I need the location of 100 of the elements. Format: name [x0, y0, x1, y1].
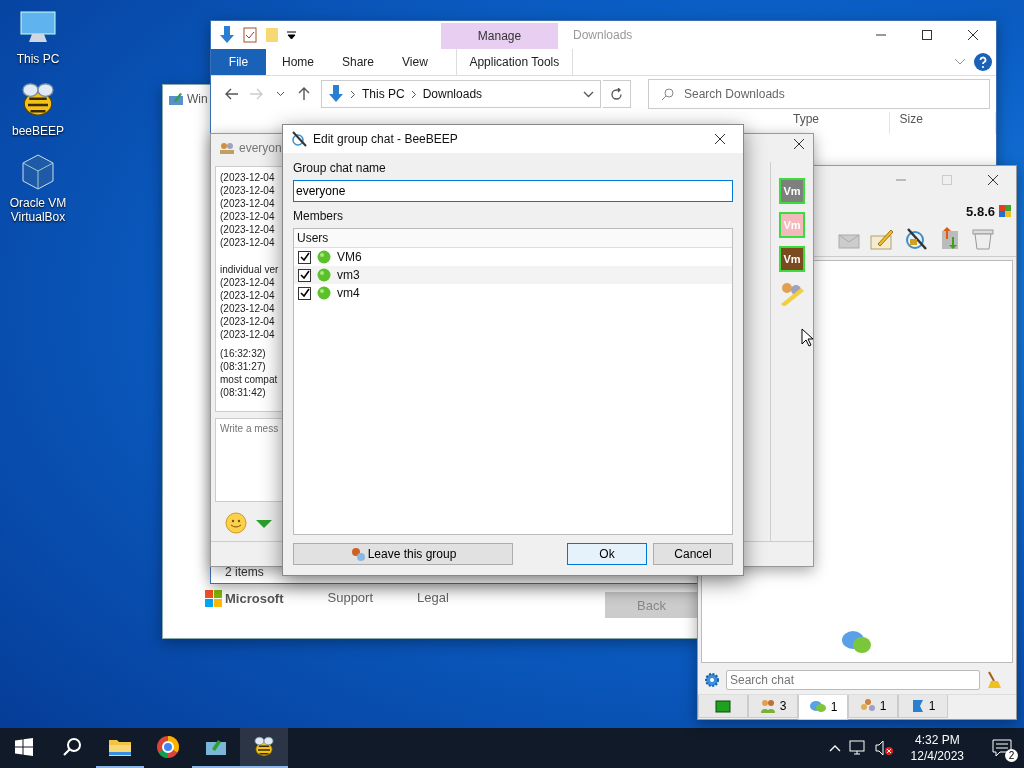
message-text: (08:31:27)	[220, 360, 267, 373]
message-text: (2023-12-04	[220, 276, 276, 289]
notification-count: 2	[1005, 749, 1018, 762]
message-text: (16:32:32)	[220, 347, 267, 360]
desktop-icon-label[interactable]: Oracle VM VirtualBox	[0, 196, 76, 224]
ribbon-tab[interactable]: Share	[328, 49, 389, 75]
gear-icon[interactable]	[704, 672, 720, 688]
search-field[interactable]: Search chat	[726, 670, 980, 690]
status-text: 2 items	[225, 565, 264, 579]
window-title: everyon	[239, 141, 282, 155]
close-icon	[714, 133, 726, 145]
tab[interactable]: 3	[748, 695, 798, 718]
group-icon	[859, 698, 876, 714]
group-icon	[349, 546, 366, 562]
brand-name: Microsoft	[225, 591, 284, 606]
input-field[interactable]: everyone	[293, 180, 733, 202]
window-title: Win	[187, 92, 208, 106]
smiley-icon[interactable]	[225, 512, 247, 534]
group-icon	[219, 141, 235, 155]
context-tab[interactable]: Manage	[441, 23, 558, 49]
footer-link[interactable]: Support	[327, 590, 374, 605]
chevron-up-icon[interactable]	[828, 744, 841, 752]
leave-group-button[interactable]: Leave this group	[293, 543, 513, 565]
desktop-icon-label[interactable]: beeBEEP	[11, 124, 64, 138]
flag-icon	[998, 204, 1012, 218]
desktop-icon-label[interactable]: This PC	[16, 52, 60, 66]
tab[interactable]: 1	[798, 695, 848, 720]
download-arrow-icon	[328, 85, 344, 103]
message-text: (2023-12-04	[220, 184, 276, 197]
box-icon	[204, 737, 228, 757]
back-arrow-icon[interactable]	[225, 88, 239, 100]
member-name: vm4	[337, 286, 360, 300]
tab[interactable]: 1	[898, 695, 948, 718]
network-icon[interactable]	[848, 740, 867, 756]
member-name: VM6	[337, 250, 362, 264]
mouse-cursor-icon	[801, 328, 813, 347]
breadcrumb[interactable]: Downloads	[422, 87, 483, 101]
browser-icon	[156, 735, 180, 759]
close-icon	[967, 29, 979, 41]
message-text: (2023-12-04	[220, 315, 276, 328]
checkbox[interactable]	[298, 268, 311, 282]
column-header[interactable]: Type	[793, 112, 819, 126]
help-icon[interactable]	[974, 53, 992, 71]
search-icon	[62, 737, 82, 757]
speaker-muted-icon[interactable]	[874, 740, 895, 756]
message-text: (2023-12-04	[220, 289, 276, 302]
address-bar[interactable]: This PC Downloads	[321, 80, 601, 108]
ok-button[interactable]: Ok	[567, 543, 647, 565]
tab[interactable]: 1	[848, 695, 898, 718]
window-title: Downloads	[573, 28, 633, 42]
properties-icon	[243, 27, 257, 43]
field-label: Members	[293, 209, 344, 223]
checkbox[interactable]	[298, 250, 311, 264]
member-name: vm3	[337, 268, 360, 282]
footer-link[interactable]: Legal	[417, 590, 449, 605]
broom-icon[interactable]	[986, 671, 1002, 689]
ribbon-tab[interactable]: View	[388, 49, 442, 75]
message-text: (08:31:42)	[220, 386, 267, 399]
cancel-button[interactable]: Cancel	[653, 543, 733, 565]
envelope-pencil-icon[interactable]	[870, 228, 894, 250]
dialog-title: Edit group chat - BeeBEEP	[313, 132, 458, 146]
refresh-button[interactable]	[603, 80, 631, 108]
checkbox[interactable]	[298, 286, 311, 300]
maximize-icon	[942, 175, 952, 185]
chat-bubbles-icon	[841, 630, 873, 656]
chevron-down-icon[interactable]	[583, 90, 594, 98]
refresh-icon	[610, 87, 623, 101]
maximize-icon	[922, 30, 932, 40]
installer-icon	[168, 92, 184, 106]
users-icon	[759, 698, 776, 714]
notifications-button[interactable]: 2	[980, 728, 1024, 768]
ribbon-tab[interactable]: File	[211, 49, 266, 75]
message-text: (2023-12-04	[220, 302, 276, 315]
message-text: individual ver	[220, 263, 280, 276]
ribbon-tab[interactable]: Home	[268, 49, 328, 75]
message-text: (2023-12-04	[220, 236, 276, 249]
user-avatar[interactable]: Vm	[779, 178, 805, 204]
column-header[interactable]: Users	[297, 231, 329, 245]
column-header[interactable]: Size	[899, 112, 923, 126]
tab[interactable]	[698, 695, 748, 718]
online-status-icon	[317, 250, 331, 264]
message-text: (2023-12-04	[220, 171, 276, 184]
caret-icon[interactable]	[287, 31, 296, 39]
user-avatar[interactable]: Vm	[779, 246, 805, 272]
message-text: (2023-12-04	[220, 328, 276, 341]
breadcrumb[interactable]: This PC	[362, 87, 405, 101]
message-text: (2023-12-04	[220, 223, 276, 236]
search-field[interactable]: Search Downloads	[648, 79, 990, 109]
up-arrow-icon[interactable]	[298, 87, 310, 101]
online-status-icon	[317, 268, 331, 282]
taskbar-app[interactable]	[240, 728, 288, 768]
download-arrow-icon	[219, 26, 235, 44]
chevron-down-icon[interactable]	[275, 91, 285, 97]
version-label: 5.8.6	[966, 203, 995, 219]
bee-icon	[252, 735, 276, 759]
clock[interactable]: 4:32 PM 12/4/2023	[902, 732, 972, 764]
search-icon	[661, 87, 674, 101]
close-icon	[987, 174, 999, 186]
monitor-icon	[715, 699, 731, 713]
ribbon-tab[interactable]: Application Tools	[455, 49, 573, 75]
